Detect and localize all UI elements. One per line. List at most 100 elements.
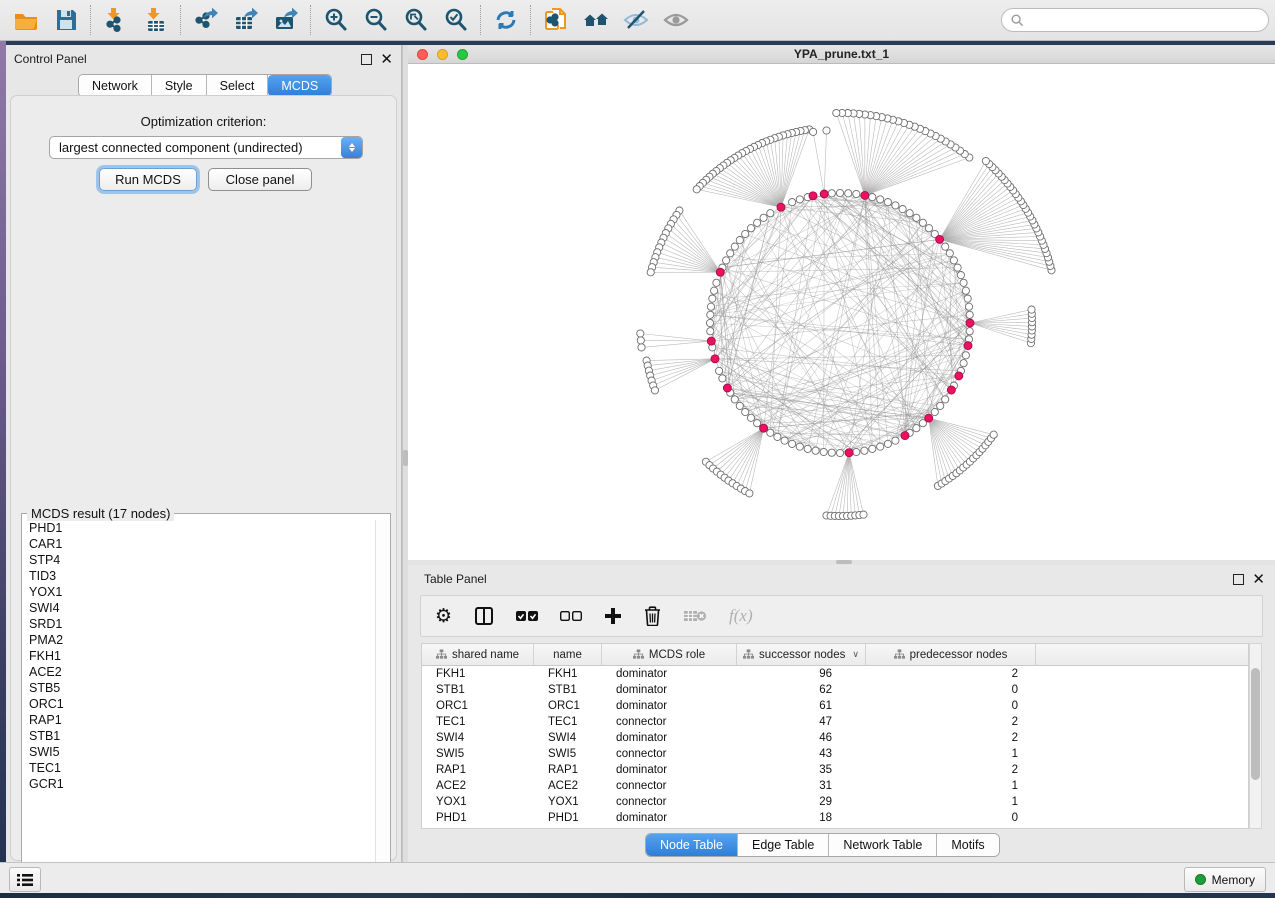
ring-node[interactable] xyxy=(707,328,714,335)
duplicate-network-button[interactable] xyxy=(536,3,576,37)
tab-style[interactable]: Style xyxy=(152,75,207,96)
mcds-result-item[interactable]: RAP1 xyxy=(29,712,376,728)
ring-node[interactable] xyxy=(707,303,714,310)
ring-node[interactable] xyxy=(754,420,761,427)
global-search-box[interactable] xyxy=(1001,8,1269,32)
ring-node[interactable] xyxy=(731,243,738,250)
ring-node[interactable] xyxy=(731,396,738,403)
mcds-hub-node[interactable] xyxy=(723,384,731,392)
mcds-result-item[interactable]: YOX1 xyxy=(29,584,376,600)
mcds-hub-node[interactable] xyxy=(820,190,828,198)
node-table-scrollbar[interactable] xyxy=(1249,643,1262,829)
optimization-criterion-select[interactable]: largest connected component (undirected) xyxy=(49,136,363,159)
first-neighbors-button[interactable] xyxy=(576,3,616,37)
ring-node[interactable] xyxy=(853,190,860,197)
tab-mcds[interactable]: MCDS xyxy=(268,75,331,96)
ring-node[interactable] xyxy=(711,287,718,294)
ring-node[interactable] xyxy=(727,250,734,257)
close-panel-button[interactable]: Close panel xyxy=(208,168,312,191)
ring-node[interactable] xyxy=(966,328,973,335)
export-table-button[interactable] xyxy=(226,3,266,37)
ring-node[interactable] xyxy=(925,225,932,232)
column-header-successor-nodes[interactable]: successor nodes∨ xyxy=(737,644,866,665)
mcds-result-item[interactable]: CAR1 xyxy=(29,536,376,552)
run-mcds-button[interactable]: Run MCDS xyxy=(99,168,197,191)
export-network-button[interactable] xyxy=(186,3,226,37)
apply-layout-button[interactable] xyxy=(486,3,526,37)
ring-node[interactable] xyxy=(869,194,876,201)
zoom-in-button[interactable] xyxy=(316,3,356,37)
column-header-MCDS-role[interactable]: MCDS role xyxy=(602,644,737,665)
mcds-hub-node[interactable] xyxy=(861,191,869,199)
ring-node[interactable] xyxy=(965,303,972,310)
ring-node[interactable] xyxy=(836,189,843,196)
export-image-button[interactable] xyxy=(266,3,306,37)
mcds-hub-node[interactable] xyxy=(936,235,944,243)
table-row[interactable]: STB1STB1dominator620 xyxy=(422,682,1248,698)
mcds-hub-node[interactable] xyxy=(777,203,785,211)
ring-node[interactable] xyxy=(719,375,726,382)
ring-node[interactable] xyxy=(950,257,957,264)
ring-node[interactable] xyxy=(796,196,803,203)
ring-node[interactable] xyxy=(716,367,723,374)
mcds-hub-node[interactable] xyxy=(964,342,972,350)
import-table-button[interactable] xyxy=(136,3,176,37)
ring-node[interactable] xyxy=(913,214,920,221)
ring-node[interactable] xyxy=(781,437,788,444)
close-panel-icon[interactable]: ✕ xyxy=(380,55,393,64)
satellite-node[interactable] xyxy=(638,344,645,351)
mcds-hub-node[interactable] xyxy=(707,337,715,345)
ring-node[interactable] xyxy=(736,402,743,409)
satellite-node[interactable] xyxy=(833,109,840,116)
ring-node[interactable] xyxy=(960,279,967,286)
mcds-result-item[interactable]: STP4 xyxy=(29,552,376,568)
search-input[interactable] xyxy=(1030,12,1259,28)
zoom-selected-region-button[interactable] xyxy=(436,3,476,37)
column-header-name[interactable]: name xyxy=(534,644,602,665)
ring-node[interactable] xyxy=(774,433,781,440)
mcds-result-item[interactable]: SRD1 xyxy=(29,616,376,632)
mcds-result-item[interactable]: PMA2 xyxy=(29,632,376,648)
table-row[interactable]: ORC1ORC1dominator610 xyxy=(422,698,1248,714)
mcds-result-item[interactable]: ORC1 xyxy=(29,696,376,712)
ring-node[interactable] xyxy=(747,225,754,232)
save-session-button[interactable] xyxy=(46,3,86,37)
satellite-node[interactable] xyxy=(990,431,997,438)
zoom-out-button[interactable] xyxy=(356,3,396,37)
ring-node[interactable] xyxy=(767,210,774,217)
ring-node[interactable] xyxy=(877,196,884,203)
ring-node[interactable] xyxy=(931,408,938,415)
ring-node[interactable] xyxy=(884,199,891,206)
tab-network-table[interactable]: Network Table xyxy=(829,834,937,856)
task-history-button[interactable] xyxy=(9,867,41,892)
ring-node[interactable] xyxy=(789,440,796,447)
ring-node[interactable] xyxy=(828,449,835,456)
mcds-result-item[interactable]: ACE2 xyxy=(29,664,376,680)
ring-node[interactable] xyxy=(754,219,761,226)
satellite-node[interactable] xyxy=(637,330,644,337)
close-table-panel-icon[interactable]: ✕ xyxy=(1252,575,1265,584)
table-row[interactable]: FKH1FKH1dominator962 xyxy=(422,666,1248,682)
ring-node[interactable] xyxy=(742,408,749,415)
ring-node[interactable] xyxy=(919,219,926,226)
ring-node[interactable] xyxy=(957,272,964,279)
table-row[interactable]: RAP1RAP1dominator352 xyxy=(422,762,1248,778)
mcds-result-item[interactable]: SWI5 xyxy=(29,744,376,760)
ring-node[interactable] xyxy=(906,210,913,217)
mcds-hub-node[interactable] xyxy=(955,372,963,380)
ring-node[interactable] xyxy=(828,190,835,197)
zoom-fit-button[interactable] xyxy=(396,3,436,37)
select-all-button[interactable] xyxy=(516,601,538,631)
satellite-node[interactable] xyxy=(823,127,830,134)
ring-node[interactable] xyxy=(946,250,953,257)
ring-node[interactable] xyxy=(713,279,720,286)
mcds-hub-node[interactable] xyxy=(966,319,974,327)
ring-node[interactable] xyxy=(899,206,906,213)
tab-network[interactable]: Network xyxy=(79,75,152,96)
ring-node[interactable] xyxy=(869,445,876,452)
mcds-hub-node[interactable] xyxy=(760,424,768,432)
ring-node[interactable] xyxy=(812,447,819,454)
mcds-result-item[interactable]: TID3 xyxy=(29,568,376,584)
delete-columns-button[interactable] xyxy=(644,601,661,631)
float-table-panel-icon[interactable] xyxy=(1233,574,1244,585)
